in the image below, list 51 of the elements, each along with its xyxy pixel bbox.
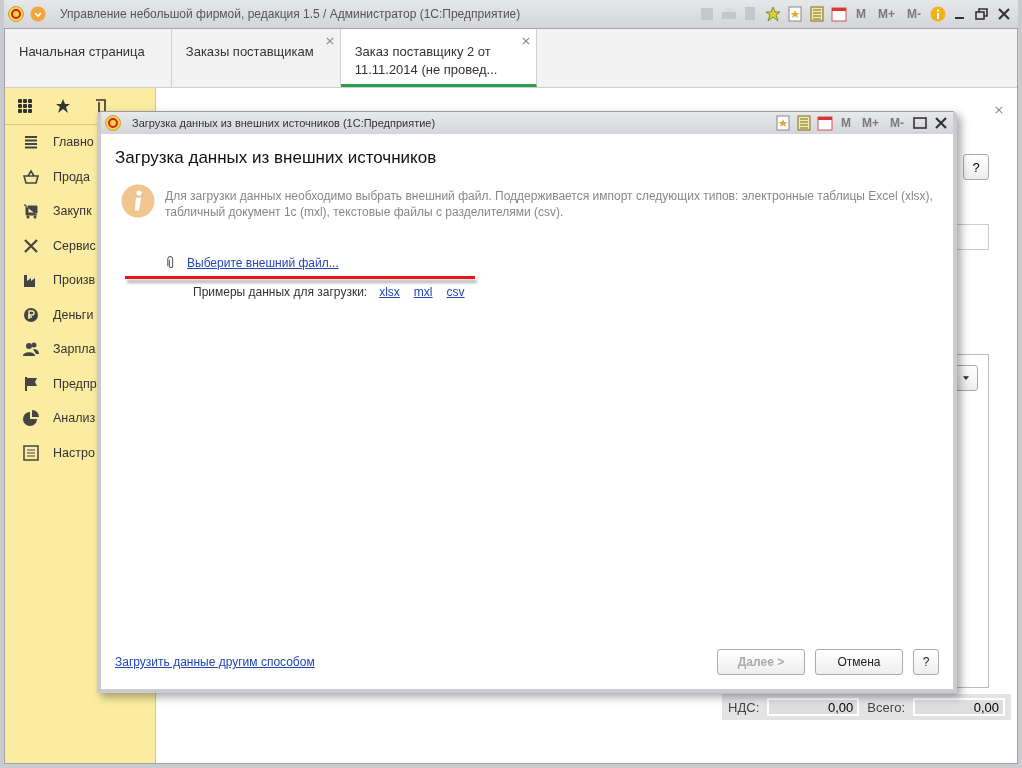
examples-label: Примеры данных для загрузки:: [193, 285, 368, 299]
sidebar-item[interactable]: Предпр: [5, 366, 155, 401]
basket-icon: [23, 168, 39, 185]
dropdown-icon[interactable]: [30, 6, 46, 22]
people-icon: [23, 341, 39, 358]
close-icon[interactable]: [933, 115, 949, 131]
sidebar-item[interactable]: Настро: [5, 435, 155, 470]
pie-chart-icon: [23, 410, 39, 427]
info-icon[interactable]: [930, 6, 946, 22]
total-field: 0,00: [913, 698, 1005, 716]
flag-icon: [23, 375, 39, 392]
example-link[interactable]: mxl: [413, 285, 433, 299]
window-title: Управление небольшой фирмой, редакция 1.5 / Администратор (1С:Предприятие): [60, 7, 522, 21]
close-icon[interactable]: [996, 6, 1012, 22]
sidebar-item[interactable]: Анализ: [5, 401, 155, 436]
total-field: 0,00: [767, 698, 860, 716]
total-label: Всего:: [867, 699, 905, 715]
sidebar-item[interactable]: Сервис: [5, 228, 155, 263]
paperclip-icon: [167, 256, 175, 270]
example-link[interactable]: csv: [446, 285, 465, 299]
ruble-coin-icon: [23, 306, 39, 323]
sidebar-item[interactable]: Зарпла: [5, 332, 155, 367]
bookmark-icon[interactable]: [787, 6, 803, 22]
star-icon[interactable]: [765, 6, 781, 22]
bookmark-icon[interactable]: [775, 115, 791, 131]
grid-icon[interactable]: [17, 98, 33, 114]
list-icon: [23, 134, 39, 151]
logo-icon[interactable]: [105, 115, 121, 131]
dialog-title: Загрузка данных из внешних источников (1С:Предприятие): [132, 117, 437, 129]
choose-file-link[interactable]: Выберите внешний файл...: [187, 256, 339, 270]
sidebar-item[interactable]: Произв: [5, 263, 155, 298]
sidebar-item[interactable]: Деньги: [5, 297, 155, 332]
help-button[interactable]: ?: [913, 649, 939, 675]
total-label: НДС:: [728, 699, 760, 715]
restore-icon[interactable]: [974, 6, 990, 22]
sliders-icon: [23, 444, 39, 461]
maximize-icon[interactable]: [912, 115, 928, 131]
dialog-button[interactable]: Отмена: [815, 649, 903, 675]
tab[interactable]: Заказ поставщику 2 от 11.11.2014 (не провед...: [340, 29, 537, 87]
calendar-icon[interactable]: [817, 115, 833, 131]
example-link[interactable]: xlsx: [379, 285, 400, 299]
help-button[interactable]: ?: [963, 154, 989, 180]
sidebar-item[interactable]: Закупк: [5, 194, 155, 229]
star-icon[interactable]: [55, 98, 71, 114]
logo-icon[interactable]: [8, 6, 24, 22]
cart-icon: [23, 203, 39, 220]
calendar-icon[interactable]: [831, 6, 847, 22]
info-text: Для загрузки данных необходимо выбрать внешний файл. Поддерживается импорт следующих типов: электронные таблицы Excel (xlsx), табличный документ 1с (mxl), текстовые файлы с разделителями (csv).: [165, 188, 934, 220]
info-icon: [121, 184, 155, 218]
dialog-heading: Загрузка данных из внешних источников: [115, 148, 438, 168]
other-way-link[interactable]: Загрузить данные другим способом: [115, 655, 315, 669]
